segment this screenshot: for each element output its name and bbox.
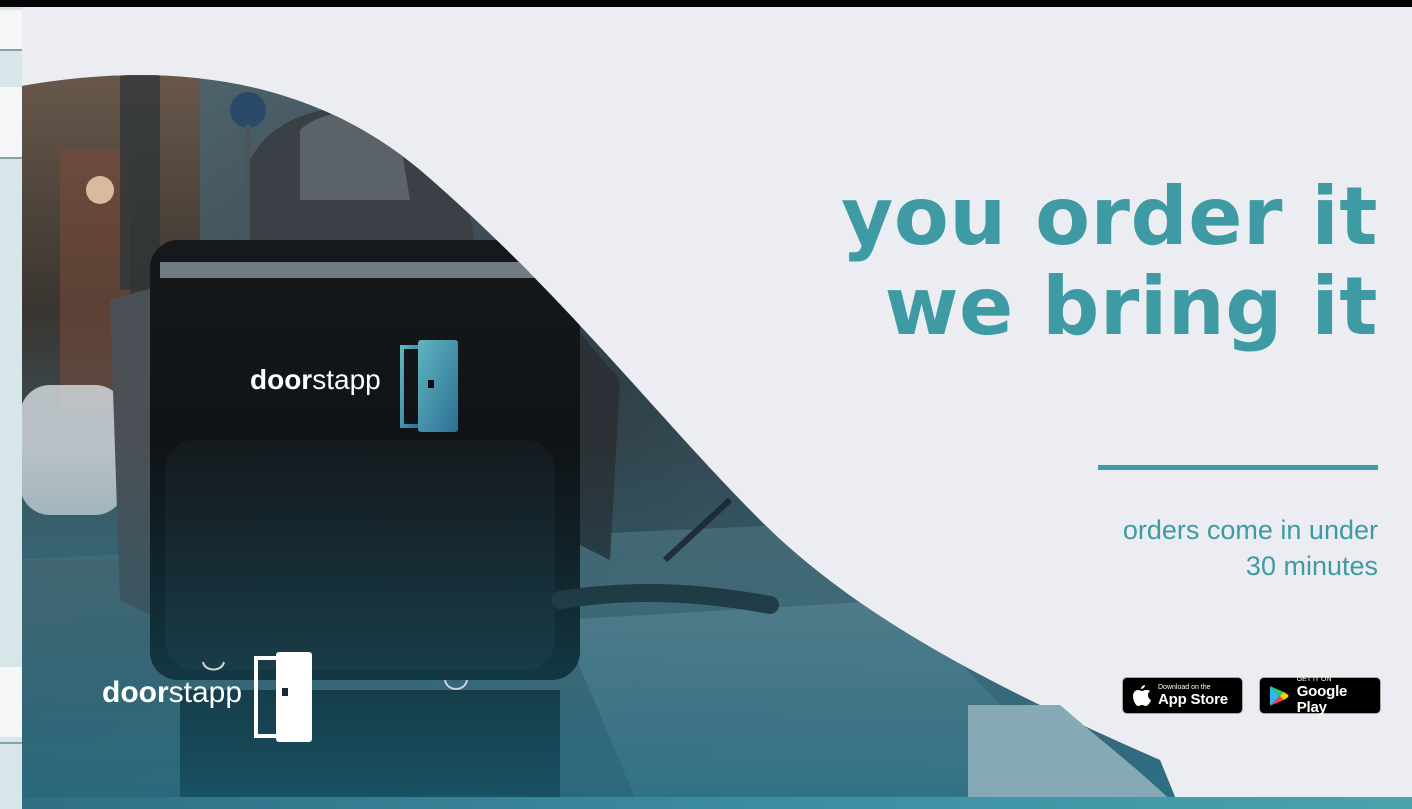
bag-logo: doorstapp: [250, 364, 381, 396]
headline-line-2: we bring it: [884, 260, 1378, 353]
app-store-label: App Store: [1158, 690, 1228, 708]
ad-banner: doorstapp doorstapp you order it we brin…: [0, 0, 1412, 809]
bag-logo-regular: stapp: [312, 364, 381, 395]
google-play-button[interactable]: GET IT ON Google Play: [1259, 676, 1381, 716]
bag-logo-bold: door: [250, 364, 313, 395]
delivery-tagline: orders come in under 30 minutes: [1123, 512, 1378, 584]
bottom-bar: [22, 797, 1412, 809]
corner-logo-regular: stapp: [168, 676, 243, 709]
tagline-line-2: 30 minutes: [1245, 551, 1378, 581]
divider: [1098, 465, 1378, 470]
top-bar: [0, 0, 1412, 7]
corner-logo: doorstapp: [102, 676, 242, 710]
corner-logo-bold: door: [102, 676, 169, 709]
headline-line-1: you order it: [841, 170, 1378, 263]
app-store-button[interactable]: Download on the App Store: [1122, 677, 1243, 714]
google-play-label: Google Play: [1296, 682, 1348, 716]
left-strip: [0, 7, 22, 809]
headline: you order it we bring it: [841, 172, 1378, 352]
tagline-line-1: orders come in under: [1122, 515, 1378, 545]
apple-icon: [1133, 684, 1151, 706]
google-play-icon: [1269, 685, 1289, 706]
